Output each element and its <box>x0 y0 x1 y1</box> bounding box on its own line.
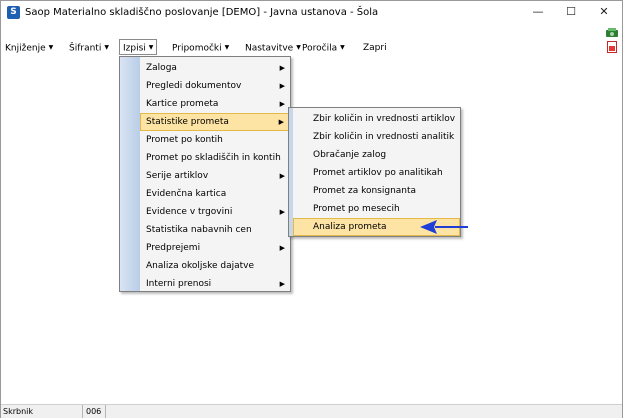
submenu-item-promet-za-konsignanta[interactable]: Promet za konsignanta <box>293 182 460 200</box>
minimize-button[interactable]: — <box>526 3 550 21</box>
submenu-item-promet-po-mesecih[interactable]: Promet po mesecih <box>293 200 460 218</box>
chevron-right-icon: ▶ <box>279 82 285 90</box>
chevron-right-icon: ▶ <box>279 172 285 180</box>
app-window: S Saop Materialno skladiščno poslovanje … <box>0 0 623 418</box>
menu-nastavitve[interactable]: Nastavitve ▼ <box>245 41 301 55</box>
chevron-right-icon: ▶ <box>279 64 285 72</box>
menu-item-evidencna-kartica[interactable]: Evidenčna kartica <box>140 185 290 203</box>
menu-side-strip <box>120 57 140 291</box>
menu-item-zaloga[interactable]: Zaloga ▶ <box>140 59 290 77</box>
izpisi-dropdown: Zaloga ▶ Pregledi dokumentov ▶ Kartice pro… <box>119 56 291 292</box>
menu-item-evidence-v-trgovini[interactable]: Evidence v trgovini ▶ <box>140 203 290 221</box>
submenu-item-zbir-artiklov[interactable]: Zbir količin in vrednosti artiklov <box>293 110 460 128</box>
chevron-right-icon: ▶ <box>278 118 284 126</box>
chevron-right-icon: ▶ <box>279 244 285 252</box>
chevron-down-icon: ▼ <box>148 44 154 51</box>
statistike-submenu: Zbir količin in vrednosti artiklov Zbir … <box>288 107 461 237</box>
menu-item-analiza-okoljske-dajatve[interactable]: Analiza okoljske dajatve <box>140 257 290 275</box>
menu-pripomocki[interactable]: Pripomočki ▼ <box>172 41 229 55</box>
menu-porocila[interactable]: Poročila ▼ <box>302 41 345 55</box>
chevron-right-icon: ▶ <box>279 208 285 216</box>
menu-item-predprejemi[interactable]: Predprejemi ▶ <box>140 239 290 257</box>
menu-item-pregledi-dokumentov[interactable]: Pregledi dokumentov ▶ <box>140 77 290 95</box>
chevron-down-icon: ▼ <box>296 44 301 51</box>
app-logo-icon: S <box>7 6 20 19</box>
chevron-right-icon: ▶ <box>279 280 285 288</box>
chevron-down-icon: ▼ <box>340 44 345 51</box>
menu-item-kartice-prometa[interactable]: Kartice prometa ▶ <box>140 95 290 113</box>
chevron-down-icon: ▼ <box>224 44 230 51</box>
menu-bar: Knjiženje ▼ Šifranti ▼ Izpisi ▼ Pripomočki ▼… <box>1 39 601 57</box>
menu-izpisi[interactable]: Izpisi ▼ <box>119 39 158 55</box>
menu-zapri[interactable]: Zapri <box>363 41 387 55</box>
menu-item-serije-artiklov[interactable]: Serije artiklov ▶ <box>140 167 290 185</box>
status-user: Skrbnik <box>1 405 83 418</box>
title-bar: S Saop Materialno skladiščno poslovanje … <box>1 1 622 25</box>
menu-item-promet-po-kontih[interactable]: Promet po kontih <box>140 131 290 149</box>
menu-item-promet-po-skladiscih[interactable]: Promet po skladiščih in kontih <box>140 149 290 167</box>
sync-icon[interactable] <box>605 27 619 39</box>
submenu-item-zbir-analitik[interactable]: Zbir količin in vrednosti analitik <box>293 128 460 146</box>
status-bar: Skrbnik 006 <box>1 404 622 418</box>
pointer-arrow-icon <box>420 220 468 234</box>
chevron-down-icon: ▼ <box>104 44 109 51</box>
submenu-item-obracanje-zalog[interactable]: Obračanje zalog <box>293 146 460 164</box>
menu-item-statistike-prometa[interactable]: Statistike prometa ▶ <box>140 113 290 131</box>
chevron-down-icon: ▼ <box>48 44 54 51</box>
submenu-item-promet-artiklov-po-analitikah[interactable]: Promet artiklov po analitikah <box>293 164 460 182</box>
menu-knjizenje[interactable]: Knjiženje ▼ <box>5 41 53 55</box>
menu-sifranti[interactable]: Šifranti ▼ <box>69 41 109 55</box>
menu-item-statistika-nabavnih-cen[interactable]: Statistika nabavnih cen <box>140 221 290 239</box>
maximize-button[interactable]: ☐ <box>559 3 583 21</box>
chevron-right-icon: ▶ <box>279 100 285 108</box>
close-button[interactable]: ✕ <box>592 3 616 21</box>
document-print-icon[interactable] <box>607 41 617 53</box>
status-code: 006 <box>84 405 106 418</box>
window-title: Saop Materialno skladiščno poslovanje [D… <box>25 7 379 18</box>
menu-item-interni-prenosi[interactable]: Interni prenosi ▶ <box>140 275 290 293</box>
